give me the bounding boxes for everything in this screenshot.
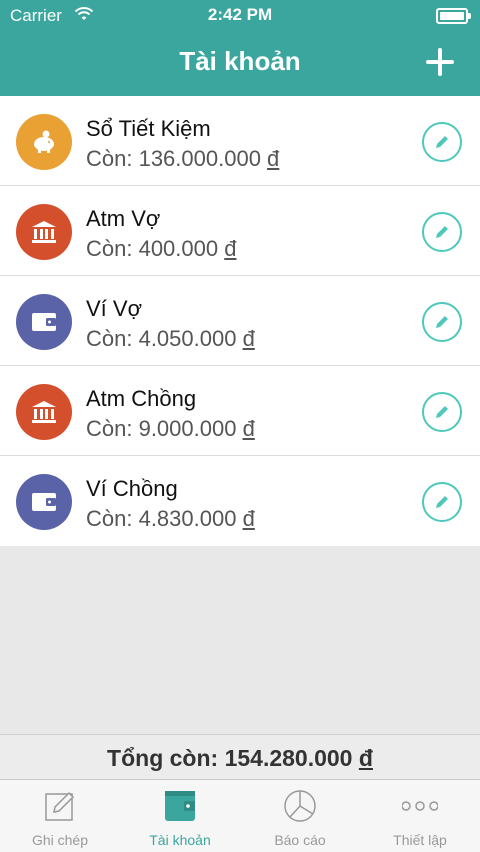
bank-icon bbox=[16, 204, 72, 260]
account-name: Ví Vợ bbox=[86, 296, 142, 321]
pencil-icon bbox=[436, 406, 448, 418]
edit-account-button[interactable] bbox=[422, 122, 462, 162]
tab-accounts[interactable]: Tài khoản bbox=[120, 780, 240, 852]
status-bar: Carrier 2:42 PM bbox=[0, 0, 480, 32]
pencil-icon bbox=[436, 136, 448, 148]
wallet-icon bbox=[162, 788, 198, 824]
account-balance: Còn: 136.000.000 đ bbox=[86, 146, 280, 171]
total-balance: Tổng còn: 154.280.000 đ bbox=[0, 734, 480, 780]
pie-chart-icon bbox=[282, 788, 318, 824]
list-item[interactable]: Ví Vợ Còn: 4.050.000 đ bbox=[0, 276, 480, 366]
top-bar: Carrier 2:42 PM Tài khoản bbox=[0, 0, 480, 96]
page-title: Tài khoản bbox=[179, 46, 301, 76]
edit-account-button[interactable] bbox=[422, 482, 462, 522]
account-balance: Còn: 4.050.000 đ bbox=[86, 326, 255, 351]
list-item[interactable]: Atm Vợ Còn: 400.000 đ bbox=[0, 186, 480, 276]
edit-account-button[interactable] bbox=[422, 212, 462, 252]
edit-note-icon bbox=[42, 788, 78, 824]
account-list: Sổ Tiết Kiệm Còn: 136.000.000 đ Atm Vợ C… bbox=[0, 96, 480, 546]
piggy-bank-icon bbox=[16, 114, 72, 170]
tab-label: Tài khoản bbox=[149, 832, 211, 848]
wallet-icon bbox=[16, 474, 72, 530]
list-item[interactable]: Atm Chồng Còn: 9.000.000 đ bbox=[0, 366, 480, 456]
more-icon bbox=[401, 788, 439, 824]
battery-icon bbox=[436, 8, 471, 24]
tab-bar: Ghi chép Tài khoản Báo cáo Thiết lập bbox=[0, 780, 480, 852]
wallet-icon bbox=[16, 294, 72, 350]
account-name: Ví Chồng bbox=[86, 476, 178, 501]
account-name: Sổ Tiết Kiệm bbox=[86, 116, 211, 141]
pencil-icon bbox=[436, 316, 448, 328]
account-name: Atm Vợ bbox=[86, 206, 161, 231]
account-name: Atm Chồng bbox=[86, 386, 197, 411]
account-balance: Còn: 9.000.000 đ bbox=[86, 416, 255, 441]
pencil-icon bbox=[436, 496, 448, 508]
bank-icon bbox=[16, 384, 72, 440]
account-balance: Còn: 400.000 đ bbox=[86, 236, 237, 261]
pencil-icon bbox=[436, 226, 448, 238]
tab-reports[interactable]: Báo cáo bbox=[240, 780, 360, 852]
edit-account-button[interactable] bbox=[422, 392, 462, 432]
tab-notes[interactable]: Ghi chép bbox=[0, 780, 120, 852]
list-item[interactable]: Ví Chồng Còn: 4.830.000 đ bbox=[0, 456, 480, 546]
add-account-button[interactable] bbox=[422, 44, 458, 80]
list-item[interactable]: Sổ Tiết Kiệm Còn: 136.000.000 đ bbox=[0, 96, 480, 186]
tab-label: Thiết lập bbox=[393, 832, 447, 848]
account-balance: Còn: 4.830.000 đ bbox=[86, 506, 255, 531]
tab-settings[interactable]: Thiết lập bbox=[360, 780, 480, 852]
tab-label: Báo cáo bbox=[274, 832, 326, 848]
edit-account-button[interactable] bbox=[422, 302, 462, 342]
status-time: 2:42 PM bbox=[207, 5, 273, 24]
tab-label: Ghi chép bbox=[31, 832, 89, 848]
